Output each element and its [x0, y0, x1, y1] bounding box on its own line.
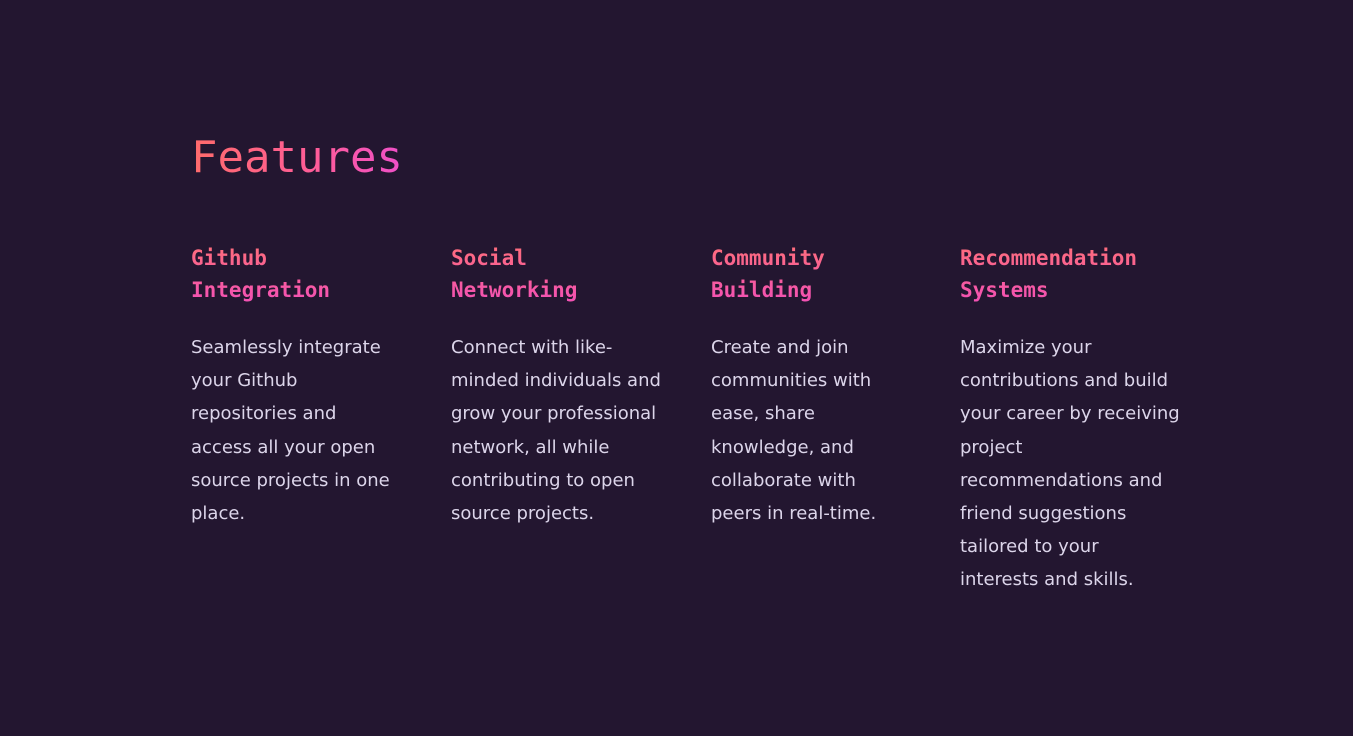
feature-community-building: Community Building Create and join commu… [711, 242, 891, 530]
feature-title-line: Systems [960, 278, 1049, 302]
feature-title-line: Github [191, 246, 267, 270]
feature-github-integration: Github Integration Seamlessly integrate … [191, 242, 406, 530]
section-title: Features [191, 126, 403, 190]
feature-title-line: Social [451, 246, 527, 270]
feature-title: Recommendation Systems [960, 242, 1180, 306]
feature-social-networking: Social Networking Connect with like-mind… [451, 242, 666, 530]
feature-title-line: Recommendation [960, 246, 1138, 270]
features-section: Features Github Integration Seamlessly i… [0, 0, 1353, 736]
feature-title-line: Building [711, 278, 813, 302]
feature-title-line: Integration [191, 278, 331, 302]
feature-title: Github Integration [191, 242, 406, 306]
feature-recommendation-systems: Recommendation Systems Maximize your con… [960, 242, 1180, 597]
feature-description: Maximize your contributions and build yo… [960, 337, 1180, 591]
feature-title-line: Community [711, 246, 825, 270]
feature-title-line: Networking [451, 278, 578, 302]
feature-description: Connect with like-minded individuals and… [451, 337, 661, 525]
feature-title: Community Building [711, 242, 891, 306]
feature-title: Social Networking [451, 242, 666, 306]
feature-description: Create and join communities with ease, s… [711, 337, 877, 525]
feature-description: Seamlessly integrate your Github reposit… [191, 337, 390, 525]
